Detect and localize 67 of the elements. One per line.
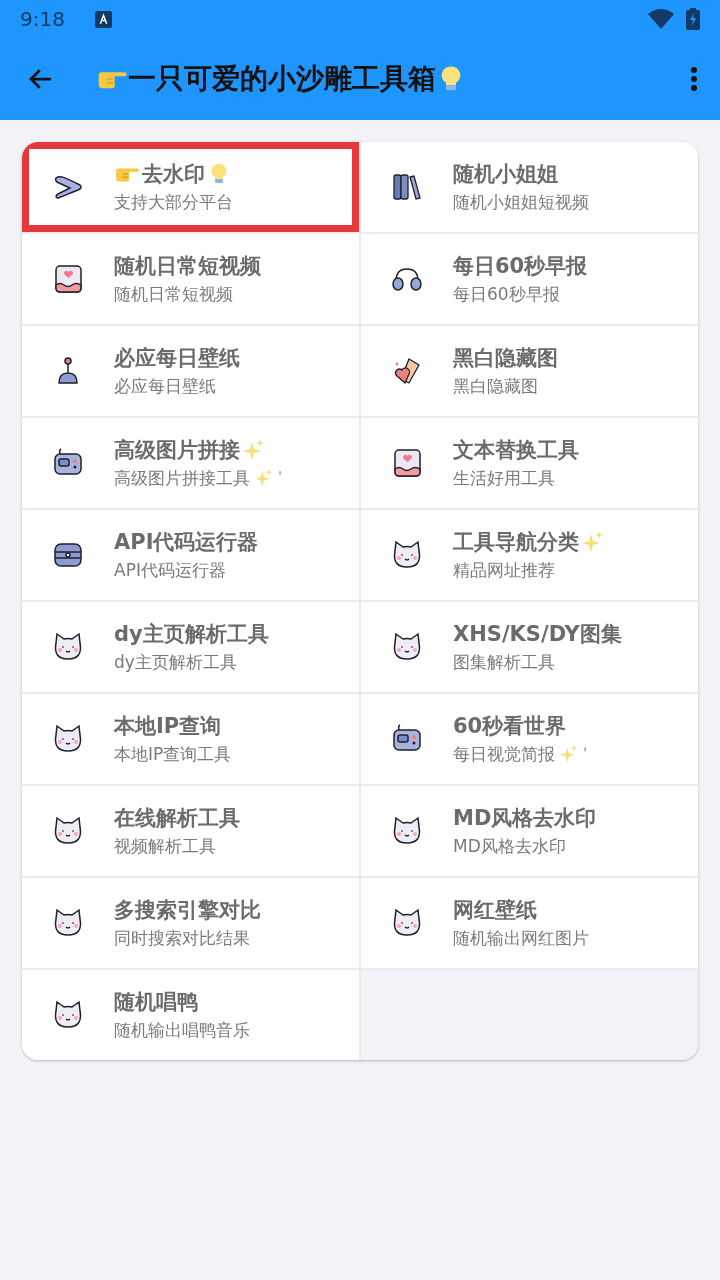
tool-title: 60秒看世界: [453, 713, 567, 740]
tool-item[interactable]: 黑白隐藏图 黑白隐藏图: [361, 326, 698, 416]
tool-title: 去水印: [142, 161, 205, 188]
tool-subtitle: 每日60秒早报: [453, 283, 560, 306]
tool-subtitle: 生活好用工具: [453, 467, 555, 490]
tool-title: 每日60秒早报: [453, 253, 588, 280]
tool-item[interactable]: 去水印 支持大部分平台: [22, 142, 359, 232]
tool-title: 随机日常短视频: [114, 253, 261, 280]
wifi-icon: [648, 9, 674, 29]
tool-subtitle: 精品网址推荐: [453, 559, 555, 582]
tool-title: 文本替换工具: [453, 437, 579, 464]
tool-subtitle: 随机小姐姐短视频: [453, 191, 589, 214]
tool-subtitle: 黑白隐藏图: [453, 375, 538, 398]
tool-item[interactable]: 60秒看世界 每日视觉简报 ': [361, 694, 698, 784]
tool-item[interactable]: 在线解析工具 视频解析工具: [22, 786, 359, 876]
tool-title: 在线解析工具: [114, 805, 240, 832]
sparkles-icon: [559, 744, 579, 764]
tool-title: 高级图片拼接: [114, 437, 240, 464]
tool-title: 多搜索引擎对比: [114, 897, 261, 924]
tool-subtitle: 随机输出网红图片: [453, 927, 589, 950]
tool-title: 本地IP查询: [114, 713, 222, 740]
tool-item[interactable]: 多搜索引擎对比 同时搜索对比结果: [22, 878, 359, 968]
tool-item[interactable]: 网红壁纸 随机输出网红图片: [361, 878, 698, 968]
tool-subtitle: 随机日常短视频: [114, 283, 233, 306]
tool-subtitle: API代码运行器: [114, 559, 226, 582]
tool-title: 必应每日壁纸: [114, 345, 240, 372]
tool-subtitle: 支持大部分平台: [114, 191, 233, 214]
tool-title: API代码运行器: [114, 529, 259, 556]
tool-subtitle: 每日视觉简报: [453, 743, 555, 766]
tool-item[interactable]: XHS/KS/DY图集 图集解析工具: [361, 602, 698, 692]
tool-subtitle: 图集解析工具: [453, 651, 555, 674]
tool-title: XHS/KS/DY图集: [453, 621, 622, 648]
tool-title: 随机唱鸭: [114, 989, 198, 1016]
status-time: 9:18: [20, 6, 65, 33]
tool-item[interactable]: 本地IP查询 本地IP查询工具: [22, 694, 359, 784]
tool-item[interactable]: 每日60秒早报 每日60秒早报: [361, 234, 698, 324]
tool-item[interactable]: API代码运行器 API代码运行器: [22, 510, 359, 600]
tool-item[interactable]: 随机小姐姐 随机小姐姐短视频: [361, 142, 698, 232]
tool-item[interactable]: dy主页解析工具 dy主页解析工具: [22, 602, 359, 692]
tool-title: dy主页解析工具: [114, 621, 269, 648]
apostrophe: ': [583, 743, 588, 765]
app-title: 一只可爱的小沙雕工具箱: [128, 61, 436, 97]
tool-title: 网红壁纸: [453, 897, 537, 924]
tool-item[interactable]: 工具导航分类 精品网址推荐: [361, 510, 698, 600]
tool-subtitle: 同时搜索对比结果: [114, 927, 250, 950]
apostrophe: ': [278, 467, 283, 489]
tool-item[interactable]: 文本替换工具 生活好用工具: [361, 418, 698, 508]
tool-subtitle: dy主页解析工具: [114, 651, 237, 674]
keyboard-notification-icon: [94, 10, 112, 28]
tool-subtitle: MD风格去水印: [453, 835, 566, 858]
tool-subtitle: 必应每日壁纸: [114, 375, 216, 398]
sparkles-icon: [254, 468, 274, 488]
tool-title: 随机小姐姐: [453, 161, 558, 188]
more-menu-icon[interactable]: [690, 66, 698, 92]
tool-item[interactable]: 随机日常短视频 随机日常短视频: [22, 234, 359, 324]
tool-item[interactable]: MD风格去水印 MD风格去水印: [361, 786, 698, 876]
tool-subtitle: 本地IP查询工具: [114, 743, 232, 766]
tool-title: 工具导航分类: [453, 529, 579, 556]
battery-icon: [686, 8, 700, 30]
tool-subtitle: 高级图片拼接工具: [114, 467, 250, 490]
tool-item[interactable]: 随机唱鸭 随机输出唱鸭音乐: [22, 970, 359, 1060]
tool-title: MD风格去水印: [453, 805, 597, 832]
tool-title: 黑白隐藏图: [453, 345, 558, 372]
tool-item[interactable]: 必应每日壁纸 必应每日壁纸: [22, 326, 359, 416]
tool-subtitle: 随机输出唱鸭音乐: [114, 1019, 250, 1042]
tool-item[interactable]: 高级图片拼接 高级图片拼接工具 ': [22, 418, 359, 508]
tool-subtitle: 视频解析工具: [114, 835, 216, 858]
